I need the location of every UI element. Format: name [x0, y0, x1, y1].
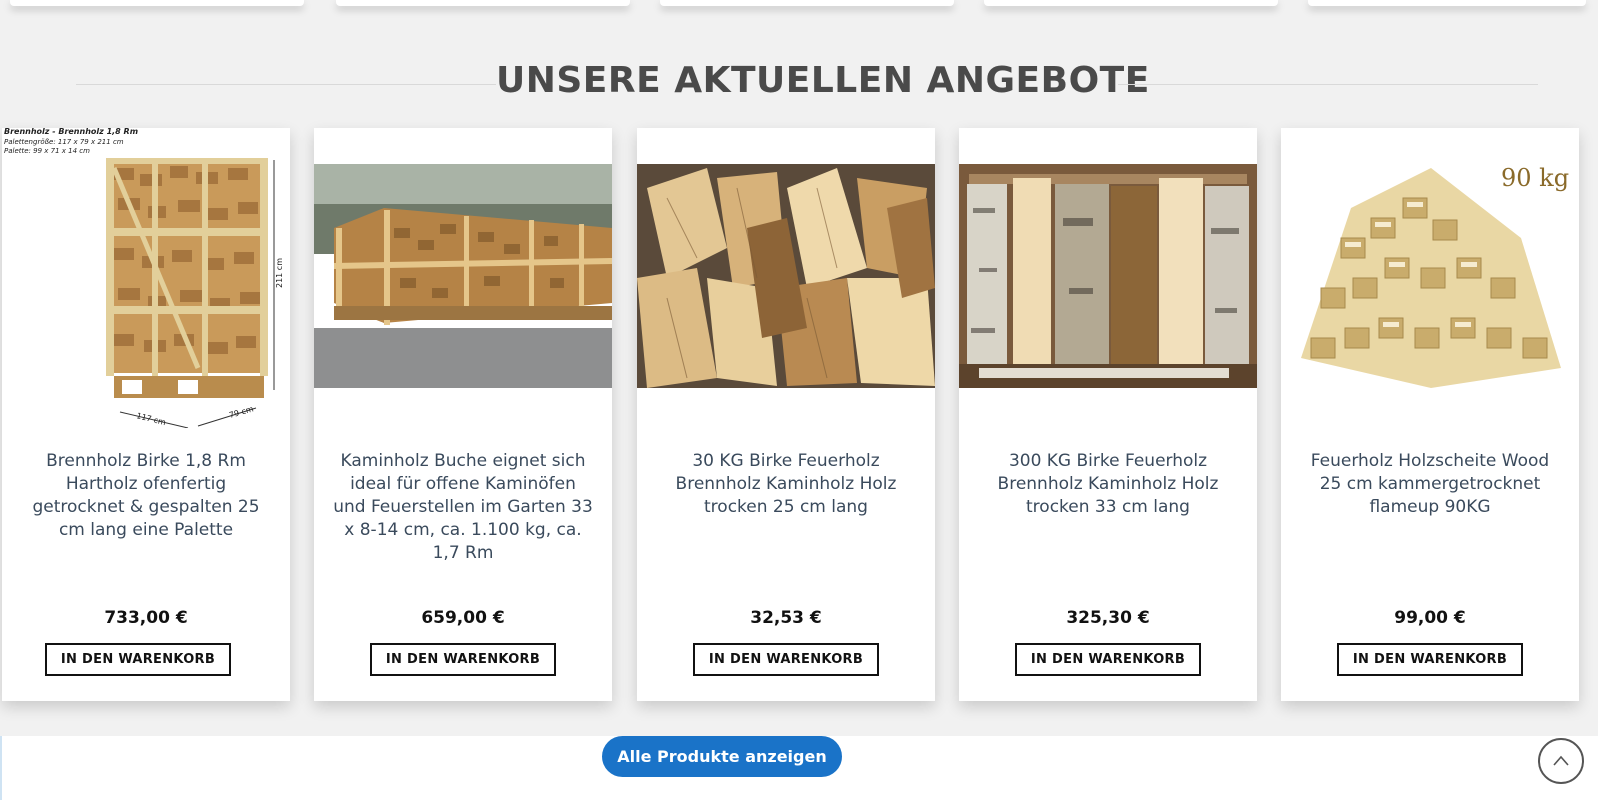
split-logs-pile-icon [637, 128, 935, 428]
product-price: 733,00 € [104, 608, 188, 628]
svg-text:Brennholz - Brennholz 1,8 Rm: Brennholz - Brennholz 1,8 Rm [4, 128, 138, 136]
firewood-pallets-row-icon [314, 128, 612, 428]
product-title[interactable]: Feuerholz Holzscheite Wood 25 cm kammerg… [1299, 450, 1561, 519]
birch-logs-box-icon [959, 128, 1257, 428]
previous-card [984, 0, 1278, 6]
offers-section: UNSERE AKTUELLEN ANGEBOTE Brennholz - Br… [0, 24, 1598, 736]
svg-text:211 cm: 211 cm [275, 258, 284, 288]
previous-card [10, 0, 304, 6]
section-heading: UNSERE AKTUELLEN ANGEBOTE [76, 54, 1538, 104]
add-to-cart-button[interactable]: IN DEN WARENKORB [1015, 643, 1201, 676]
heading-divider-right [1118, 84, 1538, 85]
previous-card [336, 0, 630, 6]
scroll-to-top-button[interactable] [1538, 738, 1584, 784]
product-carousel: Brennholz - Brennholz 1,8 Rm Palettengrö… [0, 127, 1598, 701]
add-to-cart-button[interactable]: IN DEN WARENKORB [370, 643, 556, 676]
stacked-wood-blocks-icon: 90 kg [1281, 128, 1579, 428]
previous-card [1308, 0, 1586, 6]
add-to-cart-button[interactable]: IN DEN WARENKORB [1337, 643, 1523, 676]
product-price: 99,00 € [1394, 608, 1466, 628]
product-card[interactable]: 90 kg Feuerholz Holzscheite Wood 25 cm k… [1281, 128, 1579, 701]
product-title[interactable]: Brennholz Birke 1,8 Rm Hartholz ofenfert… [20, 450, 272, 542]
add-to-cart-button[interactable]: IN DEN WARENKORB [45, 643, 231, 676]
page: UNSERE AKTUELLEN ANGEBOTE Brennholz - Br… [0, 0, 1598, 800]
product-image[interactable]: Brennholz - Brennholz 1,8 Rm Palettengrö… [2, 127, 300, 429]
product-price: 325,30 € [1066, 608, 1150, 628]
product-price: 32,53 € [750, 608, 822, 628]
product-title[interactable]: 30 KG Birke Feuerholz Brennholz Kaminhol… [655, 450, 917, 519]
section-title: UNSERE AKTUELLEN ANGEBOTE [496, 60, 1150, 101]
svg-text:Palettengröße: 117 x 79 x 211: Palettengröße: 117 x 79 x 211 cm [4, 138, 124, 146]
product-image[interactable] [959, 128, 1257, 428]
product-card[interactable]: 300 KG Birke Feuerholz Brennholz Kaminho… [959, 128, 1257, 701]
product-card[interactable]: 30 KG Birke Feuerholz Brennholz Kaminhol… [637, 128, 935, 701]
product-image[interactable]: 90 kg [1281, 128, 1579, 428]
add-to-cart-button[interactable]: IN DEN WARENKORB [693, 643, 879, 676]
heading-divider-left [76, 84, 496, 85]
product-image[interactable] [637, 128, 935, 428]
product-card[interactable]: Brennholz - Brennholz 1,8 Rm Palettengrö… [2, 127, 290, 701]
firewood-pallet-icon: Brennholz - Brennholz 1,8 Rm Palettengrö… [2, 127, 290, 429]
product-card[interactable]: Kaminholz Buche eignet sich ideal für of… [314, 128, 612, 701]
product-price: 659,00 € [421, 608, 505, 628]
previous-card [660, 0, 954, 6]
product-title[interactable]: 300 KG Birke Feuerholz Brennholz Kaminho… [977, 450, 1239, 519]
product-image[interactable] [314, 128, 612, 428]
all-products-button[interactable]: Alle Produkte anzeigen [602, 736, 842, 777]
chevron-up-icon [1553, 755, 1569, 766]
product-title[interactable]: Kaminholz Buche eignet sich ideal für of… [332, 450, 594, 565]
previous-section-strip [0, 0, 1598, 24]
svg-text:Palette: 99 x 71 x 14 cm: Palette: 99 x 71 x 14 cm [4, 147, 90, 155]
svg-text:90 kg: 90 kg [1501, 164, 1569, 192]
